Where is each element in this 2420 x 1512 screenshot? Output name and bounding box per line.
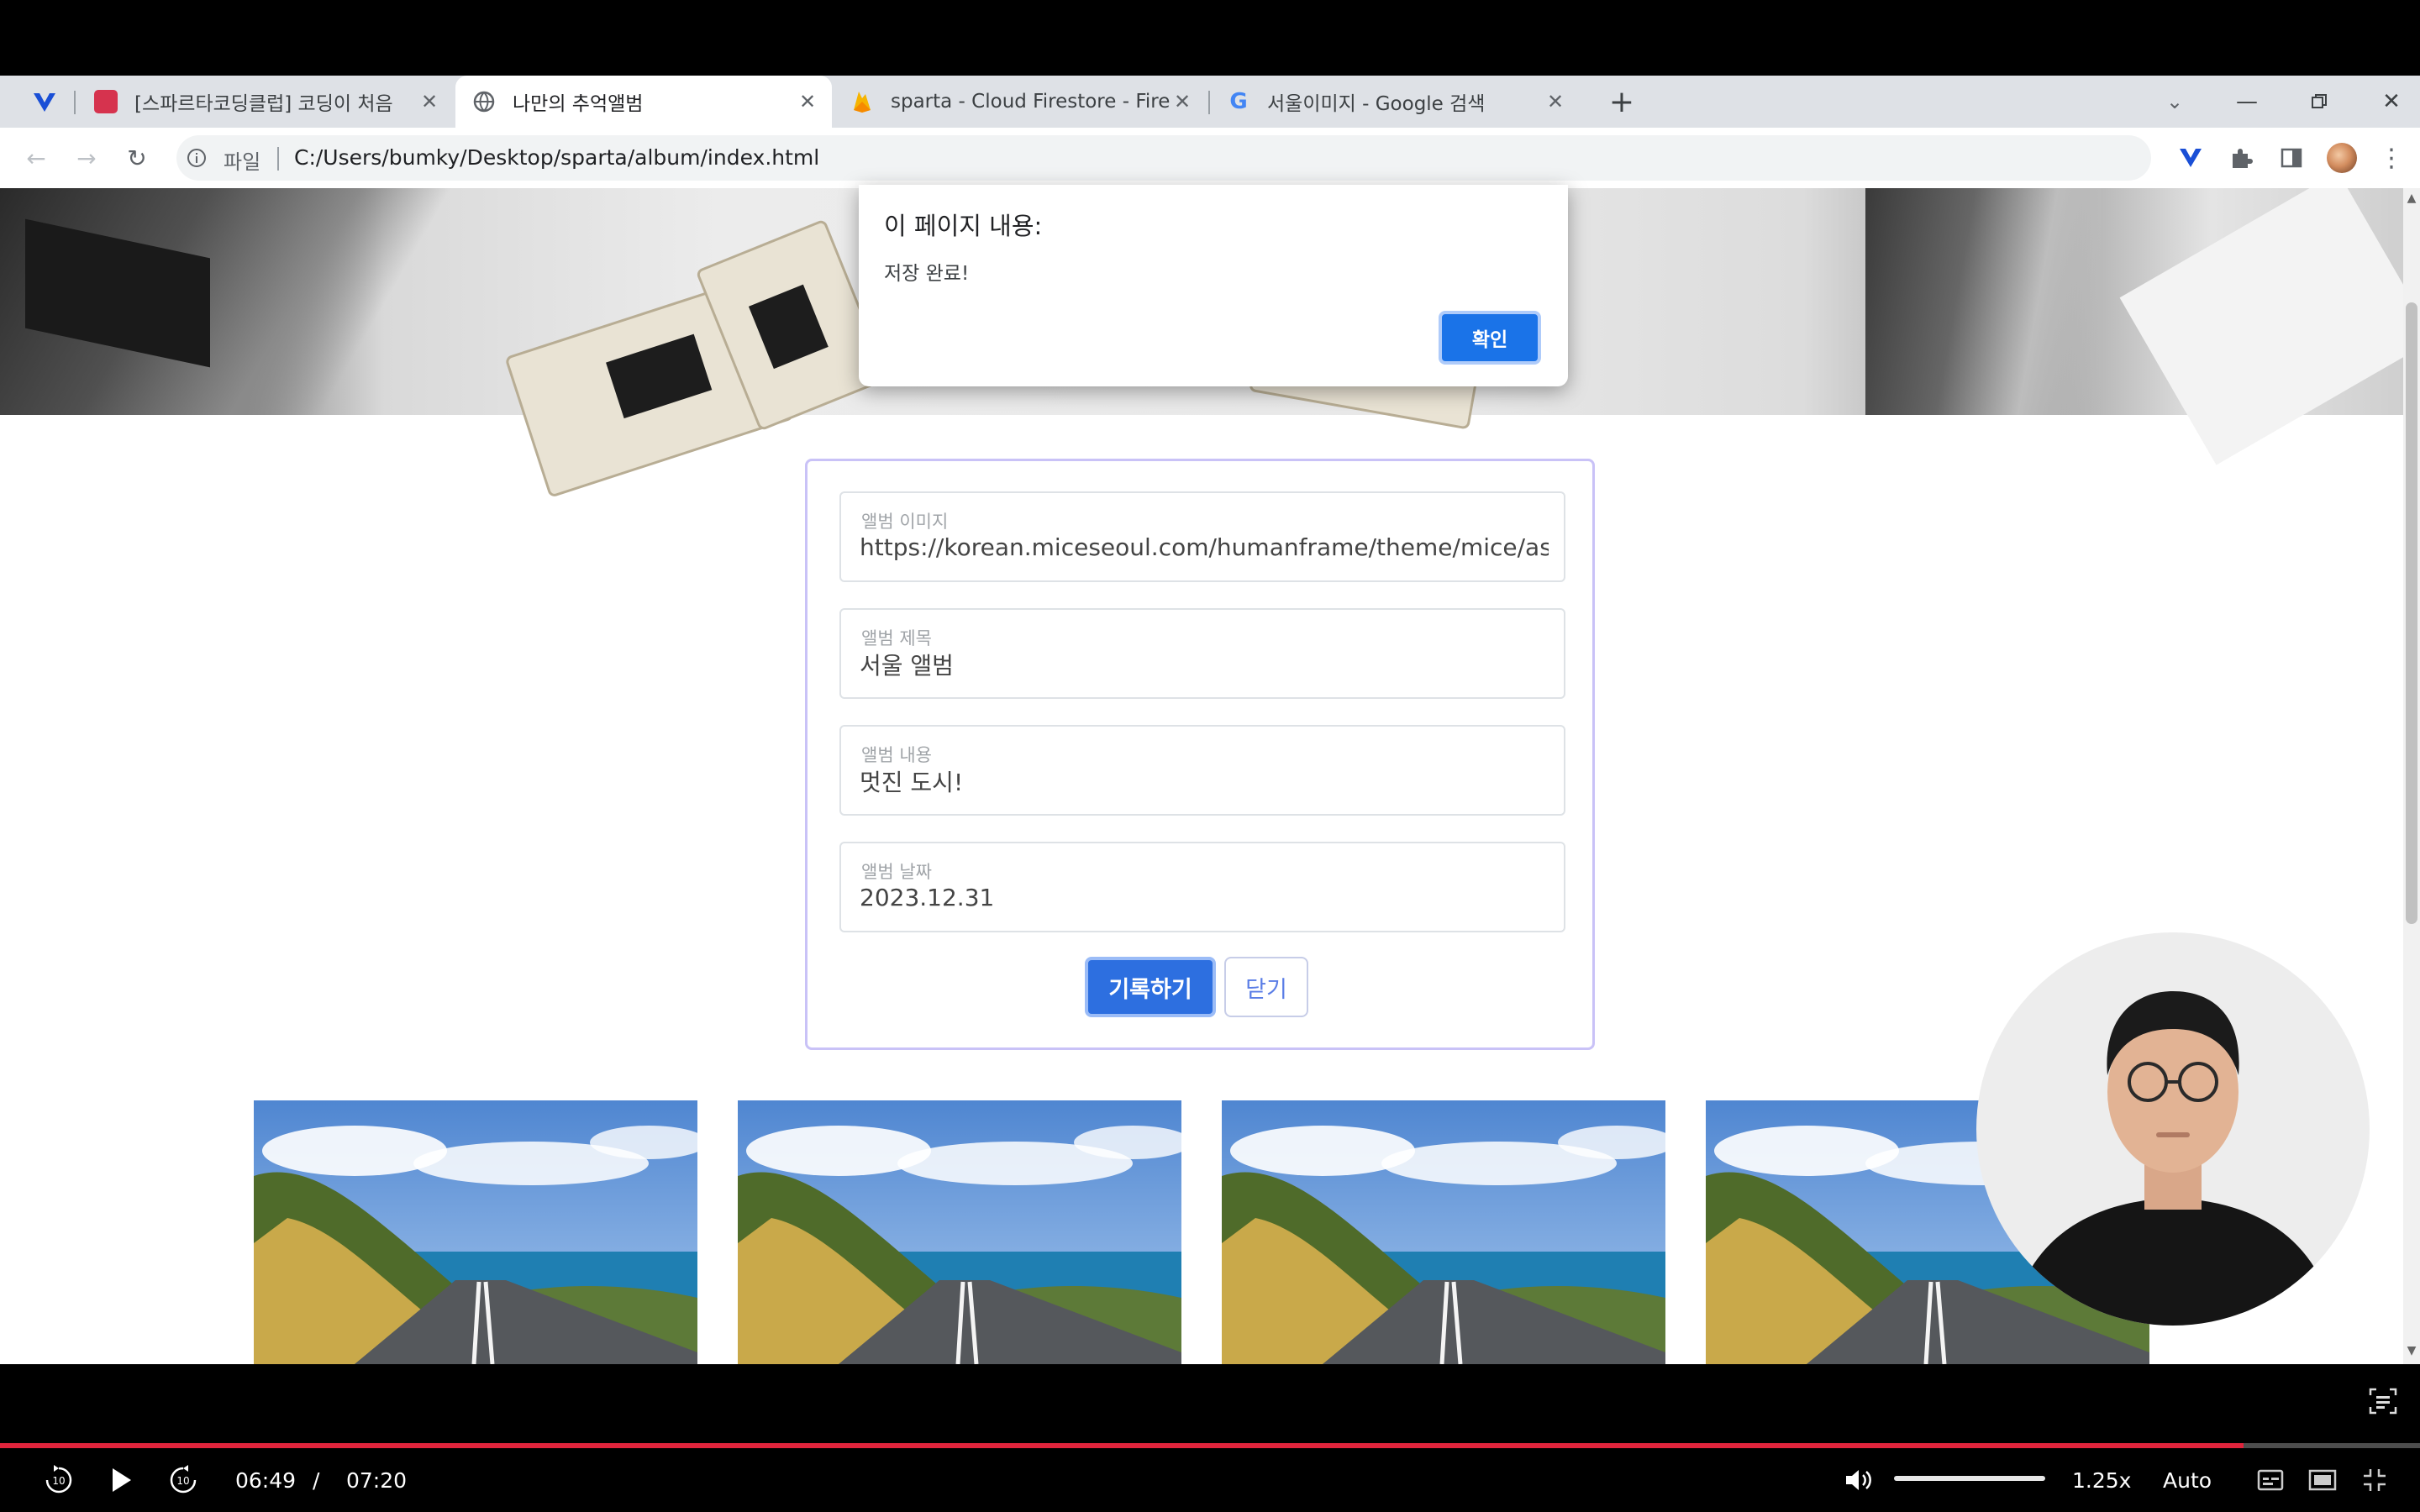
album-card-image[interactable] — [254, 1100, 697, 1364]
google-favicon-icon: G — [1229, 89, 1248, 114]
album-image-input[interactable] — [860, 533, 1549, 561]
tab-search-chevron-icon[interactable]: ⌄ — [2156, 76, 2193, 128]
new-tab-plus-icon[interactable]: + — [1603, 76, 1640, 128]
quality-setting[interactable]: Auto — [2163, 1465, 2212, 1495]
alert-ok-button[interactable]: 확인 — [1439, 311, 1541, 365]
presenter-webcam — [1976, 932, 2370, 1326]
time-separator: / — [313, 1467, 320, 1493]
playback-speed[interactable]: 1.25x — [2072, 1465, 2131, 1495]
album-form: 앨범 이미지 앨범 제목 앨범 내용 앨범 날짜 기록하기 닫기 — [805, 459, 1595, 1050]
white-box-decoration — [2119, 188, 2403, 465]
browser-tab-bar: [스파르타코딩클럽] 코딩이 처음 ✕ 나만의 추억앨범 ✕ sparta - … — [0, 76, 2420, 128]
album-date-input[interactable] — [860, 884, 1549, 911]
field-label: 앨범 이미지 — [861, 512, 949, 532]
forward-10-icon[interactable]: 10 — [165, 1462, 202, 1499]
address-scheme-label: 파일 — [224, 150, 261, 174]
duration: 07:20 — [346, 1467, 408, 1493]
back-arrow-icon[interactable]: ← — [17, 128, 55, 188]
album-content-field[interactable]: 앨범 내용 — [839, 725, 1565, 816]
profile-avatar[interactable] — [2323, 128, 2361, 188]
alert-dialog: 이 페이지 내용: 저장 완료! 확인 — [859, 185, 1568, 386]
field-label: 앨범 제목 — [861, 628, 932, 648]
tab-title: 나만의 추억앨범 — [513, 93, 644, 115]
info-icon[interactable] — [185, 146, 208, 170]
reload-icon[interactable]: ↻ — [118, 128, 156, 188]
camera-part-decoration — [1865, 188, 2101, 415]
album-card-image[interactable] — [738, 1100, 1181, 1364]
album-date-field[interactable]: 앨범 날짜 — [839, 842, 1565, 932]
scrollbar-thumb[interactable] — [2406, 302, 2417, 924]
save-button[interactable]: 기록하기 — [1085, 957, 1216, 1017]
more-menu-icon[interactable]: ⋮ — [2375, 128, 2408, 188]
scroll-up-arrow-icon[interactable]: ▲ — [2403, 192, 2420, 208]
rewind-10-icon[interactable]: 10 — [40, 1462, 77, 1499]
alert-title: 이 페이지 내용: — [884, 212, 1043, 240]
tab-title: sparta - Cloud Firestore - Fireb — [891, 91, 1170, 113]
transcript-icon[interactable] — [2365, 1384, 2402, 1418]
browser-menu-v-icon[interactable] — [25, 86, 64, 119]
tab-sparta-coding[interactable]: [스파르타코딩클럽] 코딩이 처음 ✕ — [77, 76, 454, 128]
extensions-puzzle-icon[interactable] — [2222, 128, 2260, 188]
globe-favicon-icon — [472, 90, 496, 113]
theater-mode-icon[interactable] — [2306, 1463, 2339, 1497]
window-close-icon[interactable]: ✕ — [2373, 76, 2410, 128]
exit-fullscreen-icon[interactable] — [2358, 1463, 2391, 1497]
volume-icon[interactable] — [1840, 1463, 1877, 1497]
tab-google-search[interactable]: G 서울이미지 - Google 검색 ✕ — [1210, 76, 1580, 128]
tab-close-icon[interactable]: ✕ — [1543, 90, 1568, 113]
address-url[interactable]: C:/Users/bumky/Desktop/sparta/album/inde… — [294, 145, 819, 170]
tab-title: 서울이미지 - Google 검색 — [1267, 93, 1486, 115]
window-minimize-icon[interactable]: — — [2228, 76, 2265, 128]
close-button[interactable]: 닫기 — [1224, 957, 1308, 1017]
side-panel-icon[interactable] — [2272, 128, 2311, 188]
album-content-input[interactable] — [860, 767, 1549, 795]
video-progress-fill — [0, 1443, 2244, 1448]
rewind-seconds: 10 — [52, 1475, 65, 1487]
address-divider — [277, 147, 279, 171]
video-letterbox-top — [0, 0, 2420, 76]
window-restore-icon[interactable] — [2301, 76, 2338, 128]
bookmark-favicon-icon — [94, 90, 118, 113]
address-bar[interactable]: 파일 C:/Users/bumky/Desktop/sparta/album/i… — [176, 135, 2151, 181]
volume-slider[interactable] — [1894, 1476, 2045, 1481]
tab-close-icon[interactable]: ✕ — [795, 90, 820, 113]
extension-v-icon[interactable] — [2171, 128, 2210, 188]
captions-icon[interactable] — [2254, 1463, 2287, 1497]
firebase-favicon-icon — [850, 90, 874, 113]
scroll-down-arrow-icon[interactable]: ▼ — [2403, 1344, 2420, 1361]
tab-close-icon[interactable]: ✕ — [1170, 90, 1195, 113]
album-title-field[interactable]: 앨범 제목 — [839, 608, 1565, 699]
play-icon[interactable] — [103, 1462, 139, 1499]
presenter-figure — [2010, 991, 2336, 1326]
album-title-input[interactable] — [860, 650, 1549, 678]
album-card-image[interactable] — [1222, 1100, 1665, 1364]
field-label: 앨범 내용 — [861, 745, 932, 765]
forward-seconds: 10 — [176, 1475, 189, 1487]
tab-firestore[interactable]: sparta - Cloud Firestore - Fireb ✕ — [834, 76, 1207, 128]
tab-close-icon[interactable]: ✕ — [417, 90, 442, 113]
tab-memory-album[interactable]: 나만의 추억앨범 ✕ — [455, 76, 832, 128]
tab-title: [스파르타코딩클럽] 코딩이 처음 — [134, 93, 393, 115]
album-image-field[interactable]: 앨범 이미지 — [839, 491, 1565, 582]
forward-arrow-icon[interactable]: → — [67, 128, 106, 188]
alert-message: 저장 완료! — [884, 263, 970, 285]
field-label: 앨범 날짜 — [861, 862, 932, 882]
current-time: 06:49 — [235, 1467, 297, 1493]
